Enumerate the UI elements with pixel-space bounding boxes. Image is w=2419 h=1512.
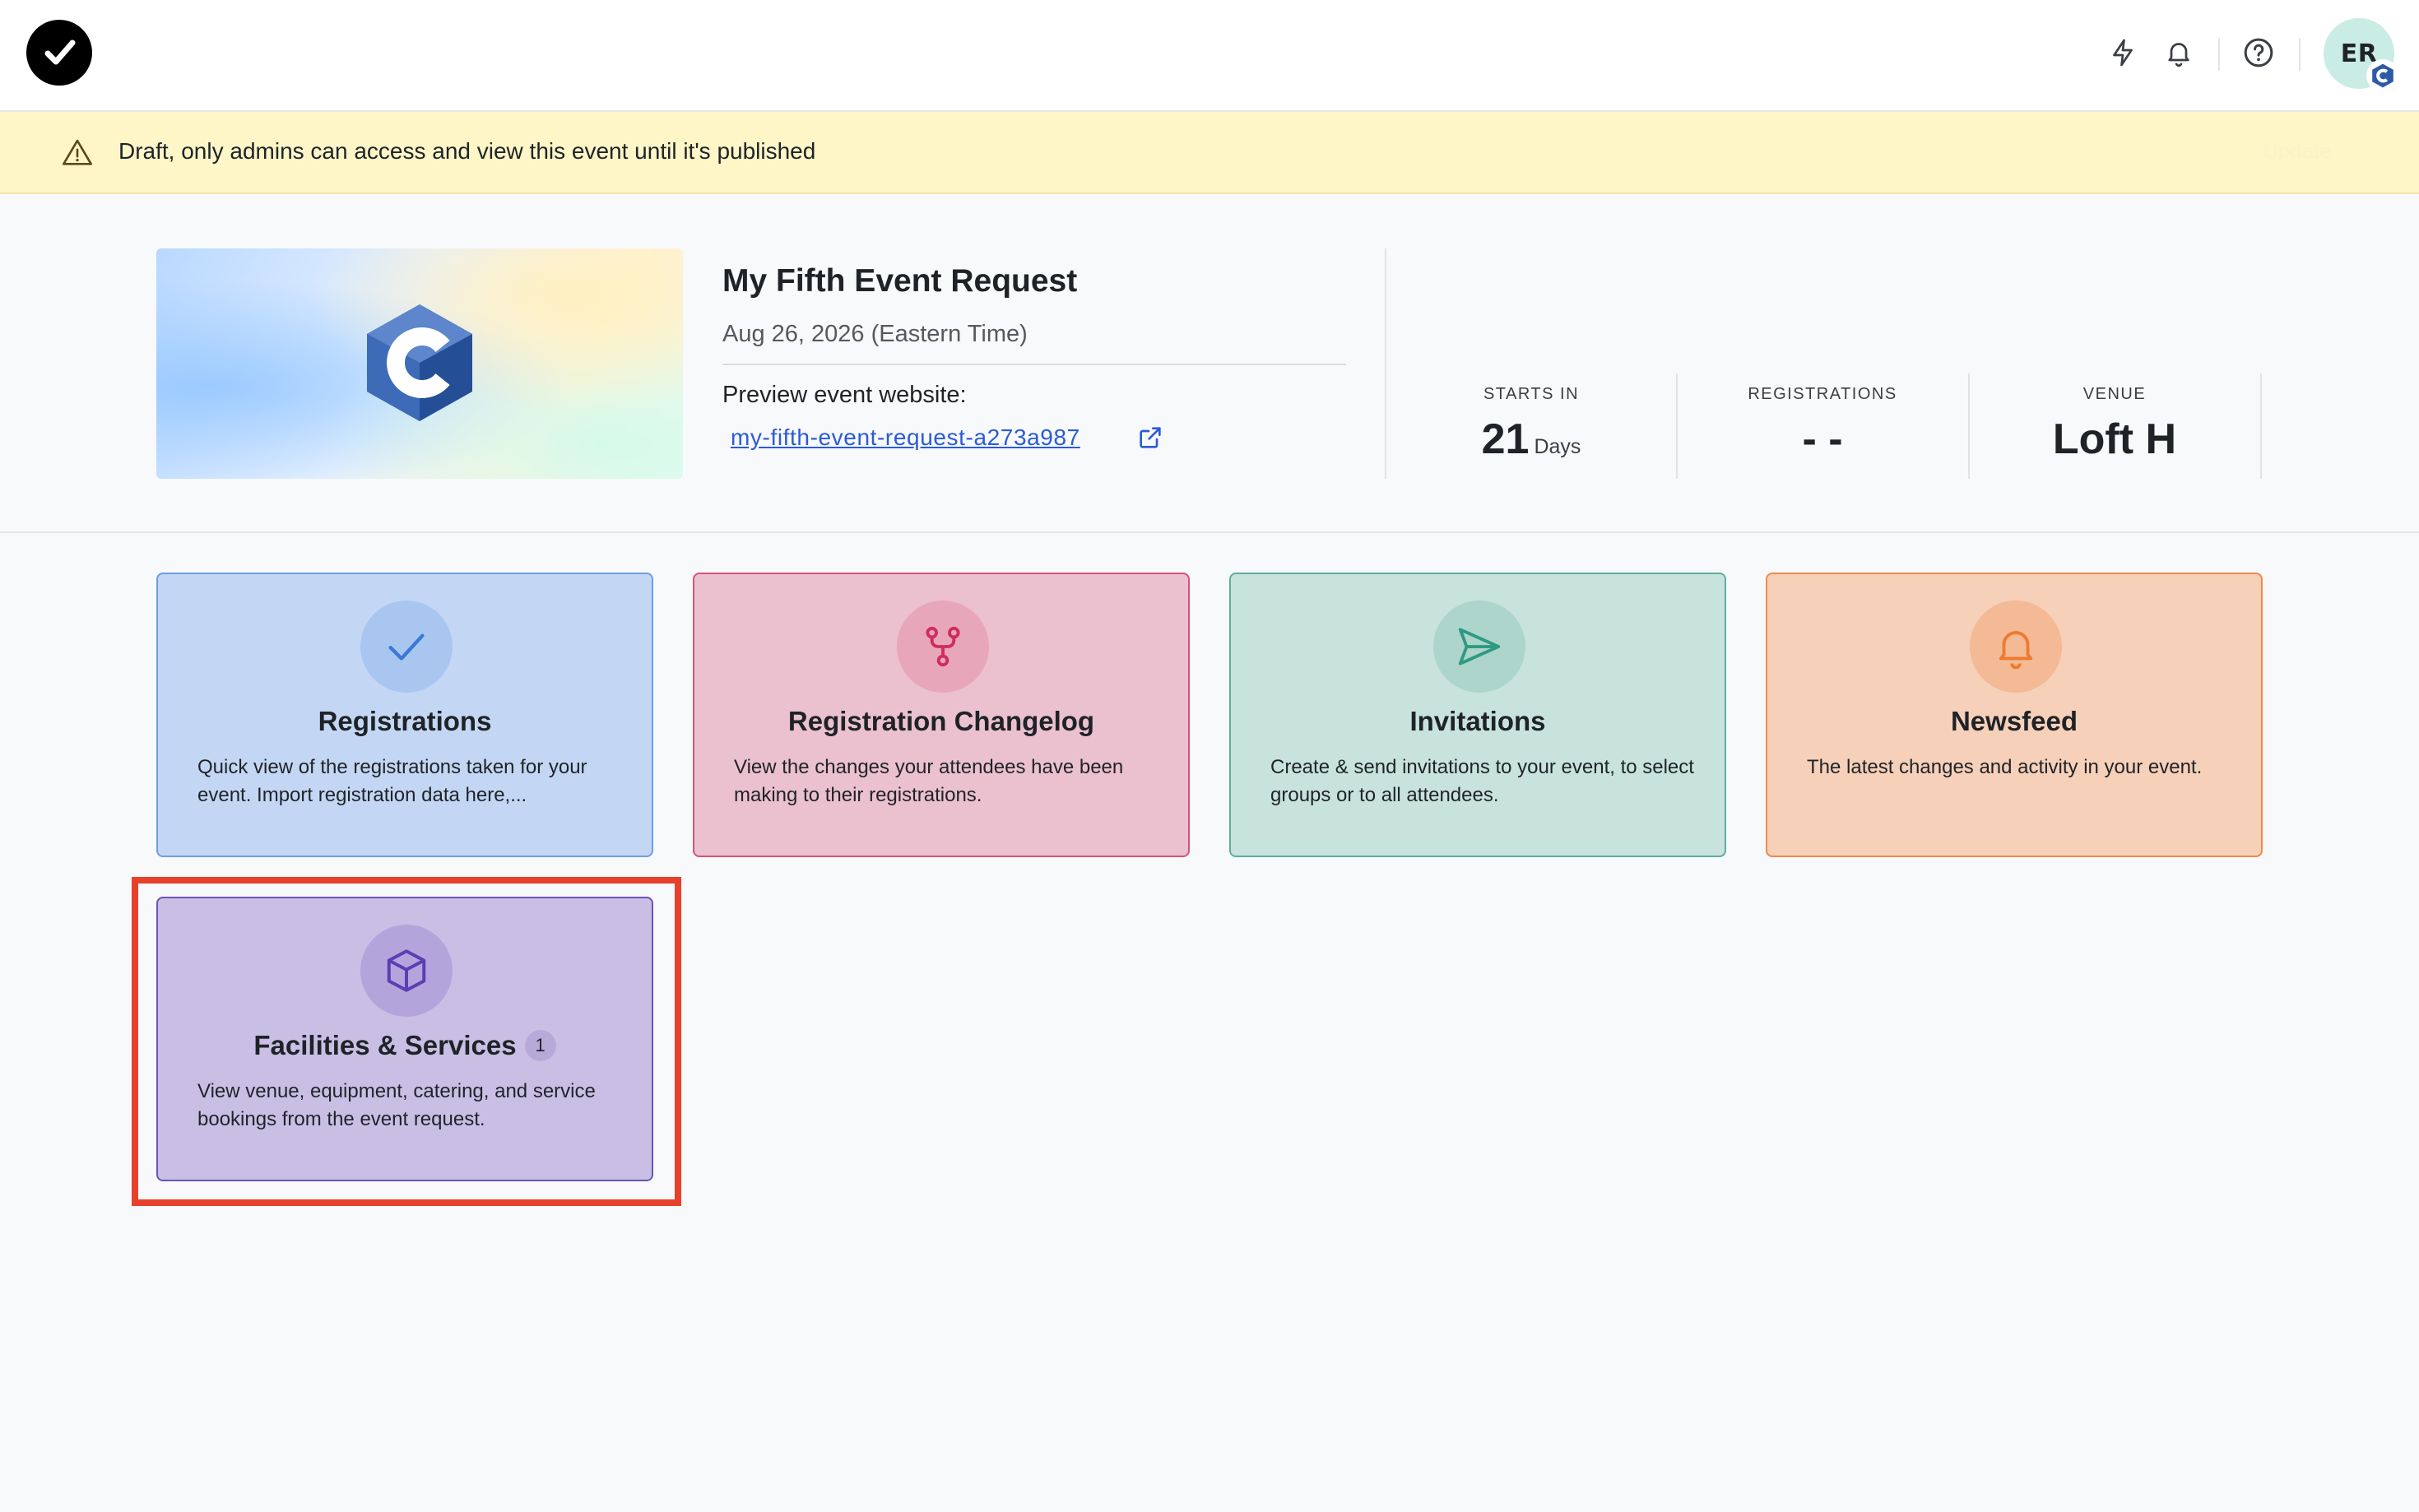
card-description: View venue, equipment, catering, and ser…: [197, 1080, 596, 1130]
divider: [722, 364, 1346, 365]
facilities-services-card[interactable]: Facilities & Services 1 View venue, equip…: [156, 897, 653, 1181]
org-logo-icon: [2372, 63, 2393, 88]
branch-icon: [926, 626, 960, 667]
starts-in-label: STARTS IN: [1483, 385, 1580, 403]
app-logo[interactable]: [26, 20, 92, 86]
stats-divider: [2260, 373, 2262, 479]
event-date: Aug 26, 2026 (Eastern Time): [722, 321, 1028, 347]
card-description: Quick view of the registrations taken fo…: [197, 756, 587, 806]
registrations-value: - -: [1802, 415, 1843, 463]
card-description: Create & send invitations to your event,…: [1270, 756, 1694, 806]
bell-icon: [2168, 43, 2189, 67]
stats-divider: [1676, 373, 1678, 479]
card-title-text: Facilities & Services: [253, 1030, 517, 1060]
venue-value: Loft H: [2052, 415, 2177, 463]
starts-in-value: 21 Days: [1408, 415, 1655, 464]
lightning-icon: [2113, 39, 2133, 67]
starts-in-number: 21: [1481, 415, 1530, 463]
event-logo-icon: [367, 304, 472, 421]
event-title: My Fifth Event Request: [722, 263, 1078, 299]
checkmark-logo-icon: [44, 39, 76, 65]
toolbar-separator: [2299, 38, 2301, 71]
org-badge: [2366, 59, 2399, 92]
draft-banner-text: Draft, only admins can access and view t…: [118, 138, 816, 164]
card-description: View the changes your attendees have bee…: [734, 756, 1124, 806]
box-icon: [387, 949, 426, 992]
top-bar: ER: [0, 0, 2419, 112]
notifications-button[interactable]: [2151, 25, 2207, 81]
check-icon: [388, 633, 425, 661]
registrations-card[interactable]: Registrations Quick view of the registra…: [156, 573, 653, 857]
stats-divider: [1385, 248, 1386, 479]
starts-in-unit: Days: [1534, 435, 1581, 458]
bell-icon: [1999, 631, 2033, 670]
registrations-icon-circle: [360, 601, 453, 693]
preview-website-link[interactable]: my-fifth-event-request-a273a987: [731, 424, 1080, 451]
card-description: The latest changes and activity in your …: [1807, 756, 2203, 778]
invitations-card[interactable]: Invitations Create & send invitations to…: [1229, 573, 1726, 857]
card-title: Facilities & Services 1: [158, 1030, 652, 1063]
help-icon: [2244, 38, 2273, 67]
toolbar-separator: [2218, 38, 2220, 71]
card-title: Newsfeed: [1950, 706, 2078, 736]
changelog-icon-circle: [897, 601, 989, 693]
facilities-icon-circle: [360, 925, 453, 1017]
card-title: Registrations: [318, 706, 492, 736]
update-button[interactable]: Update: [2263, 138, 2332, 164]
registration-changelog-card[interactable]: Registration Changelog View the changes …: [693, 573, 1190, 857]
registrations-label: REGISTRATIONS: [1748, 385, 1897, 403]
invitations-icon-circle: [1433, 601, 1525, 693]
newsfeed-card[interactable]: Newsfeed The latest changes and activity…: [1766, 573, 2263, 857]
external-link-icon[interactable]: [1137, 424, 1163, 451]
preview-label: Preview event website:: [722, 382, 967, 408]
send-icon: [1458, 628, 1501, 666]
draft-banner: Draft, only admins can access and view t…: [0, 112, 2419, 194]
count-badge: 1: [524, 1030, 556, 1062]
card-title: Invitations: [1409, 706, 1546, 736]
help-button[interactable]: [2231, 25, 2287, 81]
newsfeed-icon-circle: [1970, 601, 2062, 693]
lightning-button[interactable]: [2095, 25, 2151, 81]
card-title: Registration Changelog: [787, 706, 1095, 736]
stats-divider: [1968, 373, 1970, 479]
event-header: My Fifth Event Request Aug 26, 2026 (Eas…: [0, 196, 2419, 533]
event-cover-image: [156, 248, 683, 479]
venue-label: VENUE: [2082, 385, 2147, 403]
warning-icon: [63, 139, 92, 165]
